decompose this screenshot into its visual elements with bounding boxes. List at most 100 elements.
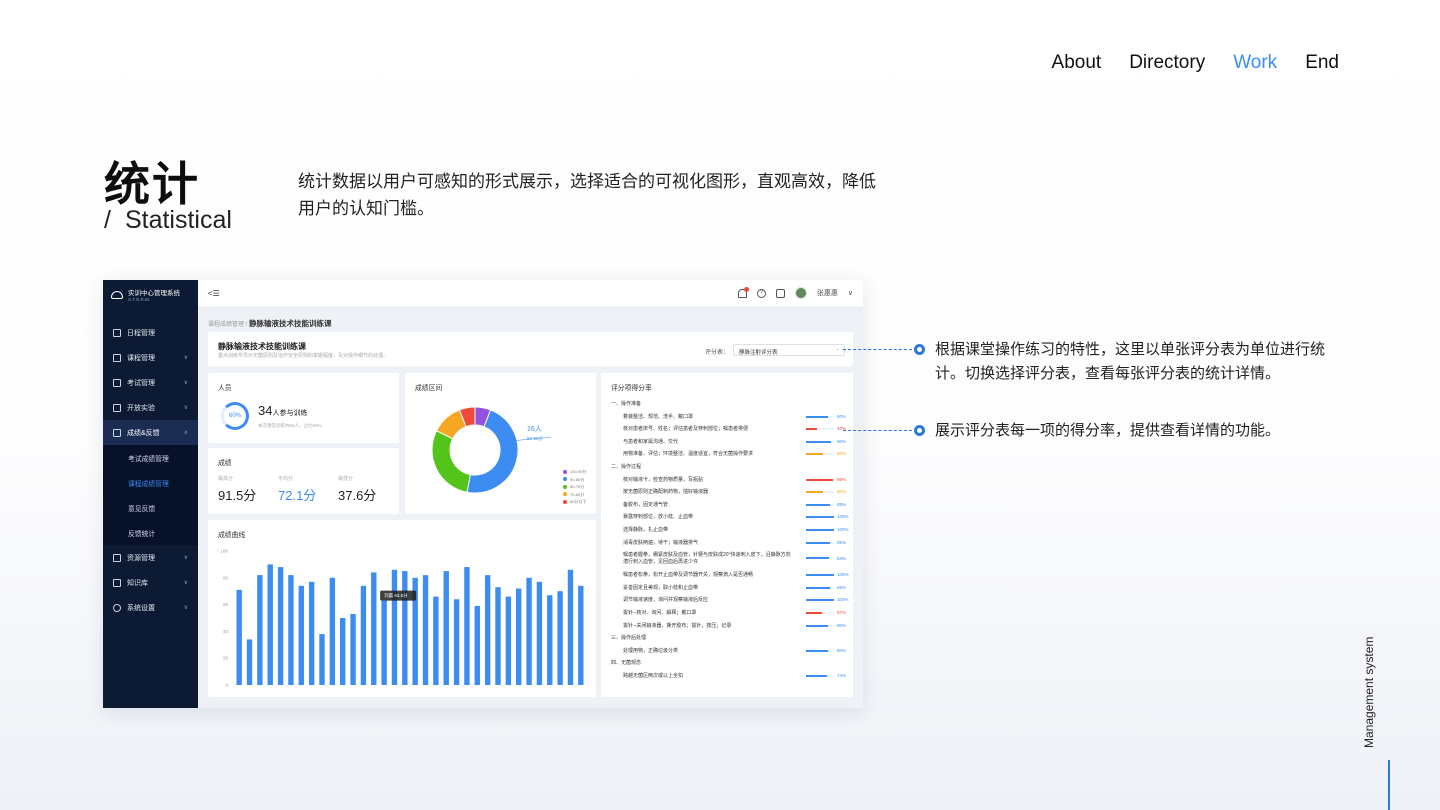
sidebar-item-lab[interactable]: 开放实验 ∨	[103, 395, 198, 420]
rate-bar-fill	[806, 541, 830, 544]
rate-bar	[806, 557, 834, 560]
rate-bar	[806, 529, 834, 531]
bar[interactable]	[453, 599, 460, 685]
bar[interactable]	[391, 569, 398, 685]
chevron-down-icon: ⌄	[835, 346, 840, 352]
chevron-down-icon[interactable]: ∨	[848, 289, 853, 297]
bar[interactable]	[433, 596, 439, 685]
rate-bar	[806, 624, 834, 627]
users-icon[interactable]	[775, 288, 785, 298]
rates-row-text: 着装整洁、规范、洗手、戴口罩	[623, 413, 694, 420]
rate-bar-fill	[806, 612, 822, 614]
collapse-menu-icon[interactable]: <☰	[208, 289, 220, 298]
bar[interactable]	[371, 572, 377, 685]
avatar[interactable]	[794, 287, 807, 299]
rate-pct: 60%	[837, 451, 847, 457]
score-sheet-select[interactable]: 静脉注射评分表 ⌄	[733, 344, 845, 356]
bar[interactable]	[288, 575, 294, 685]
sidebar-item-schedule[interactable]: 日程管理	[103, 320, 198, 345]
bar[interactable]	[578, 585, 584, 685]
chevron-down-icon: ∨	[183, 580, 188, 586]
submenu-course-grades[interactable]: 课程成绩管理	[103, 470, 198, 495]
sidebar-item-label: 系统设置	[127, 604, 155, 612]
bell-icon[interactable]	[737, 286, 749, 298]
nav-about[interactable]: About	[1052, 52, 1102, 74]
breadcrumb-parent[interactable]: 课程成绩管理 /	[208, 322, 247, 328]
sidebar-item-course[interactable]: 课程管理 ∨	[103, 345, 198, 370]
bar[interactable]	[526, 577, 532, 685]
y-tick-label: 40	[223, 629, 229, 634]
callout-line-1	[843, 349, 917, 350]
bar[interactable]	[422, 575, 429, 685]
bar[interactable]	[298, 585, 304, 685]
rates-row-text: 选择静脉，扎止血带	[623, 527, 669, 533]
submenu-exam-grades[interactable]: 考试成绩管理	[103, 445, 198, 470]
rates-row-text: 嘱患者松拳，松开止血带及调节器开关，观察滴入是否通畅	[623, 572, 754, 579]
bar[interactable]	[246, 639, 253, 685]
bar[interactable]	[402, 571, 408, 685]
user-name[interactable]: 张惠惠	[817, 288, 838, 298]
bar[interactable]	[236, 589, 242, 685]
y-tick-label: 60	[223, 602, 229, 607]
section-subtitle: / Statistical	[104, 206, 232, 235]
sidebar-item-resources[interactable]: 资源管理 ∨	[103, 545, 198, 570]
rate-pct: 100%	[837, 597, 849, 603]
min-label: 最低分	[338, 476, 354, 482]
sidebar-item-exam[interactable]: 考试管理 ∨	[103, 370, 198, 395]
rate-bar	[806, 516, 834, 519]
bar[interactable]	[567, 569, 574, 685]
rate-bar-fill	[806, 440, 832, 443]
bar[interactable]	[536, 581, 543, 685]
sidebar-item-settings[interactable]: 系统设置 ∨	[103, 595, 198, 620]
library-icon	[113, 578, 121, 587]
bar[interactable]	[443, 571, 449, 685]
bar[interactable]	[505, 596, 512, 685]
nav-end[interactable]: End	[1305, 52, 1339, 74]
rate-bar-fill	[806, 624, 829, 627]
rate-bar	[806, 415, 834, 418]
donut-slice[interactable]	[431, 430, 471, 493]
rate-bar-fill	[806, 491, 823, 494]
bar[interactable]	[350, 613, 356, 685]
bar[interactable]	[319, 634, 325, 685]
rates-row-text: 二、操作过程	[611, 464, 642, 470]
submenu-feedback[interactable]: 意见反馈	[103, 495, 198, 520]
bar[interactable]	[340, 618, 346, 685]
bar[interactable]	[267, 564, 273, 685]
rate-pct: 85%	[837, 539, 847, 545]
bar[interactable]	[308, 581, 315, 685]
bar[interactable]	[277, 567, 284, 685]
bar[interactable]	[257, 575, 263, 685]
nav-work[interactable]: Work	[1233, 52, 1277, 74]
chevron-up-icon: ∧	[183, 430, 188, 436]
grade-icon	[113, 428, 121, 437]
bar[interactable]	[557, 591, 563, 685]
rates-row-text: 三、操作后处理	[611, 635, 647, 642]
help-icon[interactable]: ?	[756, 288, 766, 298]
bar[interactable]	[464, 567, 470, 685]
sidebar-item-grades[interactable]: 成绩&反馈 ∧	[103, 420, 198, 445]
legend-swatch	[563, 469, 567, 474]
bar[interactable]	[516, 588, 522, 685]
rates-row-text: 备胶布，固定通气管	[623, 501, 669, 508]
gear-icon	[113, 603, 121, 612]
bar[interactable]	[547, 595, 553, 685]
bar[interactable]	[360, 585, 367, 685]
rate-pct: 80%	[837, 622, 847, 628]
bar[interactable]	[495, 587, 501, 685]
sidebar-item-knowledge[interactable]: 知识库 ∨	[103, 570, 198, 595]
sidebar-item-label: 成绩&反馈	[127, 429, 160, 437]
submenu-feedback-stats[interactable]: 反馈统计	[103, 520, 198, 545]
bar[interactable]	[381, 600, 387, 685]
y-tick-label: 100	[220, 549, 228, 554]
nav-directory[interactable]: Directory	[1129, 52, 1205, 74]
donut-callout-sub: 90-80分	[527, 435, 544, 442]
bar[interactable]	[474, 605, 480, 685]
logo-icon	[111, 290, 123, 299]
bar[interactable]	[329, 577, 336, 685]
title-slash: /	[104, 206, 111, 234]
chevron-down-icon: ∨	[183, 405, 188, 411]
score-curve-card: 成绩曲线 0 20 40 60 80 100 刘晨 63.6分	[208, 520, 596, 697]
bar[interactable]	[484, 575, 491, 685]
rate-bar-fill	[806, 675, 827, 677]
